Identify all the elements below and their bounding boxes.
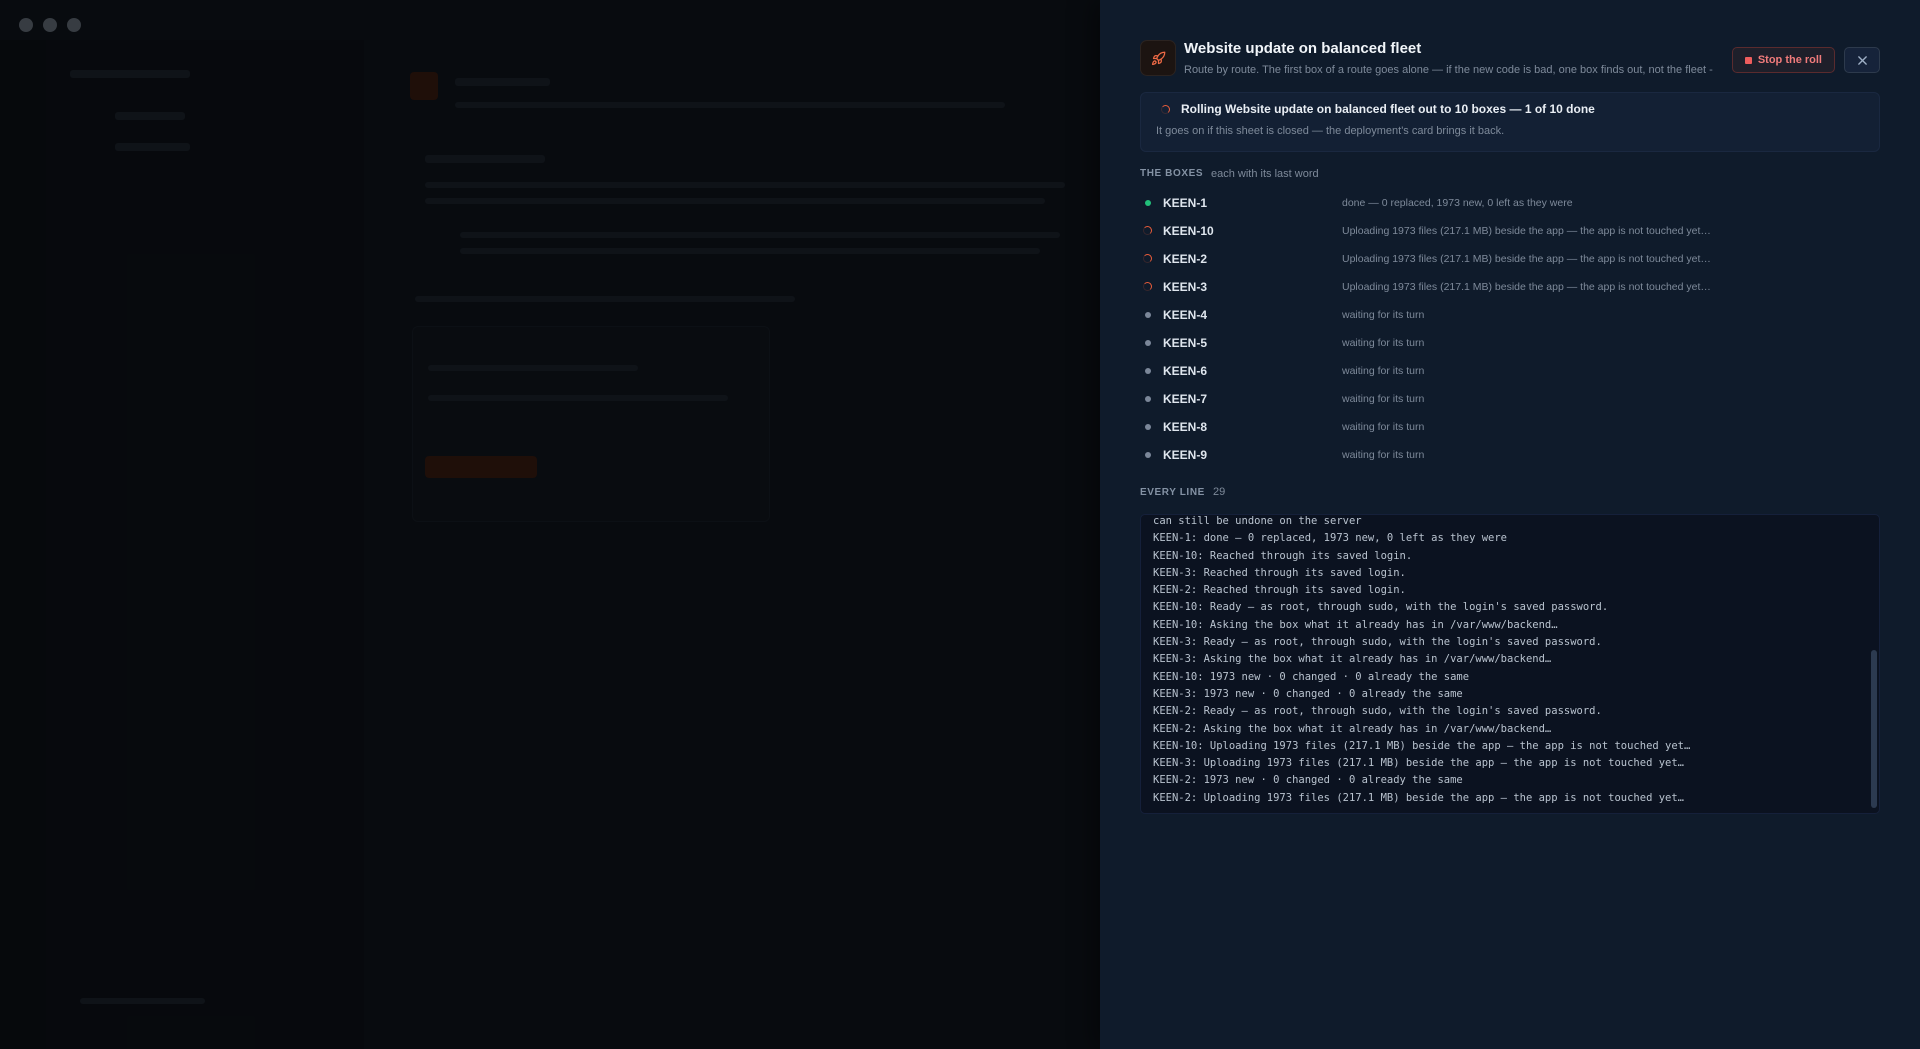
log-line: KEEN-10: Ready — as root, through sudo, … [1153, 601, 1609, 614]
close-sheet-button[interactable] [1844, 47, 1880, 73]
box-last-message: waiting for its turn [1342, 421, 1425, 433]
box-row-keen-7: KEEN-7 waiting for its turn [1140, 385, 1878, 413]
log-line: KEEN-2: Uploading 1973 files (217.1 MB) … [1153, 791, 1685, 804]
log-scrollbar-thumb[interactable] [1871, 650, 1877, 808]
log-line: KEEN-10: Uploading 1973 files (217.1 MB)… [1153, 739, 1691, 752]
roll-status-card: Rolling Website update on balanced fleet… [1140, 92, 1880, 152]
done-dot-icon [1145, 200, 1151, 206]
log-line: KEEN-2: Ready — as root, through sudo, w… [1153, 705, 1602, 718]
log-section-label: EVERY LINE [1140, 487, 1205, 498]
box-name: KEEN-4 [1163, 308, 1208, 322]
box-last-message: waiting for its turn [1342, 365, 1425, 377]
waiting-dot-icon [1145, 452, 1151, 458]
log-line: KEEN-3: Asking the box what it already h… [1153, 653, 1552, 666]
log-line: KEEN-1: done — 0 replaced, 1973 new, 0 l… [1153, 532, 1508, 545]
waiting-dot-icon [1145, 312, 1151, 318]
box-row-keen-9: KEEN-9 waiting for its turn [1140, 441, 1878, 469]
box-row-keen-6: KEEN-6 waiting for its turn [1140, 357, 1878, 385]
stop-roll-label: Stop the roll [1757, 54, 1822, 66]
boxes-list: KEEN-1 done — 0 replaced, 1973 new, 0 lef… [1140, 189, 1878, 469]
log-line: KEEN-10: Reached through its saved login… [1153, 549, 1413, 562]
sheet-title: Website update on balanced fleet [1184, 40, 1422, 57]
box-row-keen-8: KEEN-8 waiting for its turn [1140, 413, 1878, 441]
log-line: can still be undone on the server [1153, 515, 1362, 527]
roll-status-title: Rolling Website update on balanced fleet… [1181, 102, 1595, 116]
sheet-subtitle: Route by route. The first box of a route… [1184, 64, 1713, 76]
log-line: KEEN-10: Asking the box what it already … [1153, 618, 1558, 631]
rocket-icon [1140, 40, 1176, 76]
spinner-icon [1143, 254, 1152, 263]
boxes-section-note: each with its last word [1211, 168, 1319, 180]
deploy-sheet: Website update on balanced fleet Route b… [1100, 0, 1920, 1049]
waiting-dot-icon [1145, 424, 1151, 430]
modal-backdrop[interactable] [0, 0, 1100, 1049]
box-name: KEEN-5 [1163, 336, 1208, 350]
box-name: KEEN-1 [1163, 196, 1208, 210]
box-name: KEEN-8 [1163, 420, 1208, 434]
box-row-keen-10: KEEN-10 Uploading 1973 files (217.1 MB) b… [1140, 217, 1878, 245]
log-line: KEEN-3: Ready — as root, through sudo, w… [1153, 636, 1602, 649]
log-line: KEEN-3: 1973 new · 0 changed · 0 already… [1153, 687, 1463, 700]
box-name: KEEN-2 [1163, 252, 1208, 266]
stop-icon [1744, 56, 1752, 64]
box-row-keen-2: KEEN-2 Uploading 1973 files (217.1 MB) be… [1140, 245, 1878, 273]
spinner-icon [1143, 282, 1152, 291]
log-line: KEEN-3: Uploading 1973 files (217.1 MB) … [1153, 757, 1685, 770]
spinner-icon [1161, 105, 1170, 114]
boxes-section-label: THE BOXES [1140, 168, 1204, 179]
box-row-keen-3: KEEN-3 Uploading 1973 files (217.1 MB) be… [1140, 273, 1878, 301]
box-last-message: Uploading 1973 files (217.1 MB) beside t… [1342, 281, 1711, 293]
sheet-header: Website update on balanced fleet Route b… [1140, 40, 1880, 80]
stop-roll-button[interactable]: Stop the roll [1731, 47, 1835, 73]
box-last-message: waiting for its turn [1342, 393, 1425, 405]
box-name: KEEN-9 [1163, 448, 1208, 462]
box-last-message: waiting for its turn [1342, 449, 1425, 461]
box-last-message: Uploading 1973 files (217.1 MB) beside t… [1342, 253, 1711, 265]
box-name: KEEN-6 [1163, 364, 1208, 378]
waiting-dot-icon [1145, 368, 1151, 374]
log-line: KEEN-2: Reached through its saved login. [1153, 584, 1406, 597]
box-last-message: waiting for its turn [1342, 309, 1425, 321]
box-name: KEEN-3 [1163, 280, 1208, 294]
box-last-message: done — 0 replaced, 1973 new, 0 left as t… [1342, 197, 1573, 209]
log-line: KEEN-3: Reached through its saved login. [1153, 566, 1406, 579]
log-line: KEEN-2: Asking the box what it already h… [1153, 722, 1552, 735]
box-row-keen-4: KEEN-4 waiting for its turn [1140, 301, 1878, 329]
box-row-keen-5: KEEN-5 waiting for its turn [1140, 329, 1878, 357]
log-line: KEEN-2: 1973 new · 0 changed · 0 already… [1153, 774, 1463, 787]
close-icon [1857, 55, 1867, 65]
waiting-dot-icon [1145, 340, 1151, 346]
roll-status-subtitle: It goes on if this sheet is closed — the… [1156, 125, 1505, 137]
box-last-message: waiting for its turn [1342, 337, 1425, 349]
log-line-count: 29 [1213, 486, 1226, 498]
log-line: KEEN-10: 1973 new · 0 changed · 0 alread… [1153, 670, 1470, 683]
log-panel[interactable]: can still be undone on the server KEEN-1:… [1140, 514, 1880, 814]
box-row-keen-1: KEEN-1 done — 0 replaced, 1973 new, 0 lef… [1140, 189, 1878, 217]
background-app [0, 0, 1100, 1049]
waiting-dot-icon [1145, 396, 1151, 402]
spinner-icon [1143, 226, 1152, 235]
log-lines: can still be undone on the server KEEN-1:… [1153, 515, 1865, 807]
box-name: KEEN-10 [1163, 224, 1214, 238]
box-name: KEEN-7 [1163, 392, 1208, 406]
box-last-message: Uploading 1973 files (217.1 MB) beside t… [1342, 225, 1711, 237]
